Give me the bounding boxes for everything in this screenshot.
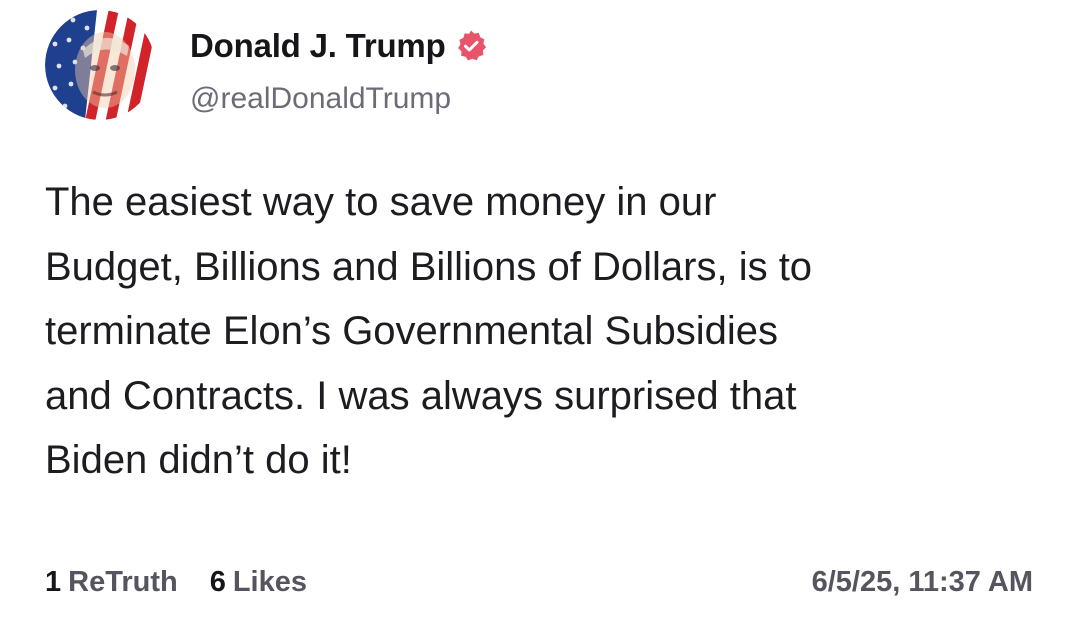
post-body-line: The easiest way to save money in our [45, 180, 717, 224]
retruths-stat[interactable]: 1 ReTruth [45, 566, 178, 599]
author-name-row: Donald J. Trump [190, 22, 488, 70]
author-display-name[interactable]: Donald J. Trump [190, 27, 446, 65]
author-handle[interactable]: @realDonaldTrump [190, 82, 451, 116]
post-body-line: Budget, Billions and Billions of Dollars… [45, 244, 813, 289]
verified-badge-icon [454, 29, 488, 63]
likes-label: Likes [232, 565, 308, 598]
post-body-line: Biden didn’t do it! [45, 438, 352, 482]
post-body-line: and Contracts. I was always surprised th… [45, 373, 797, 418]
post-body-line: terminate Elon’s Governmental Subsidies [45, 309, 778, 353]
post-timestamp[interactable]: 6/5/25, 11:37 AM [812, 560, 1033, 604]
avatar[interactable] [45, 10, 155, 120]
retruths-count: 1 [45, 565, 62, 598]
post-card: Donald J. Trump @realDonaldTrump The eas… [0, 0, 1080, 633]
likes-stat[interactable]: 6 Likes [210, 566, 307, 599]
post-body: The easiest way to save money in our Bud… [45, 170, 1045, 493]
retruths-label: ReTruth [68, 565, 178, 598]
likes-count: 6 [209, 565, 226, 598]
avatar-image [45, 10, 155, 120]
post-stats: 1 ReTruth 6 Likes [45, 560, 339, 604]
